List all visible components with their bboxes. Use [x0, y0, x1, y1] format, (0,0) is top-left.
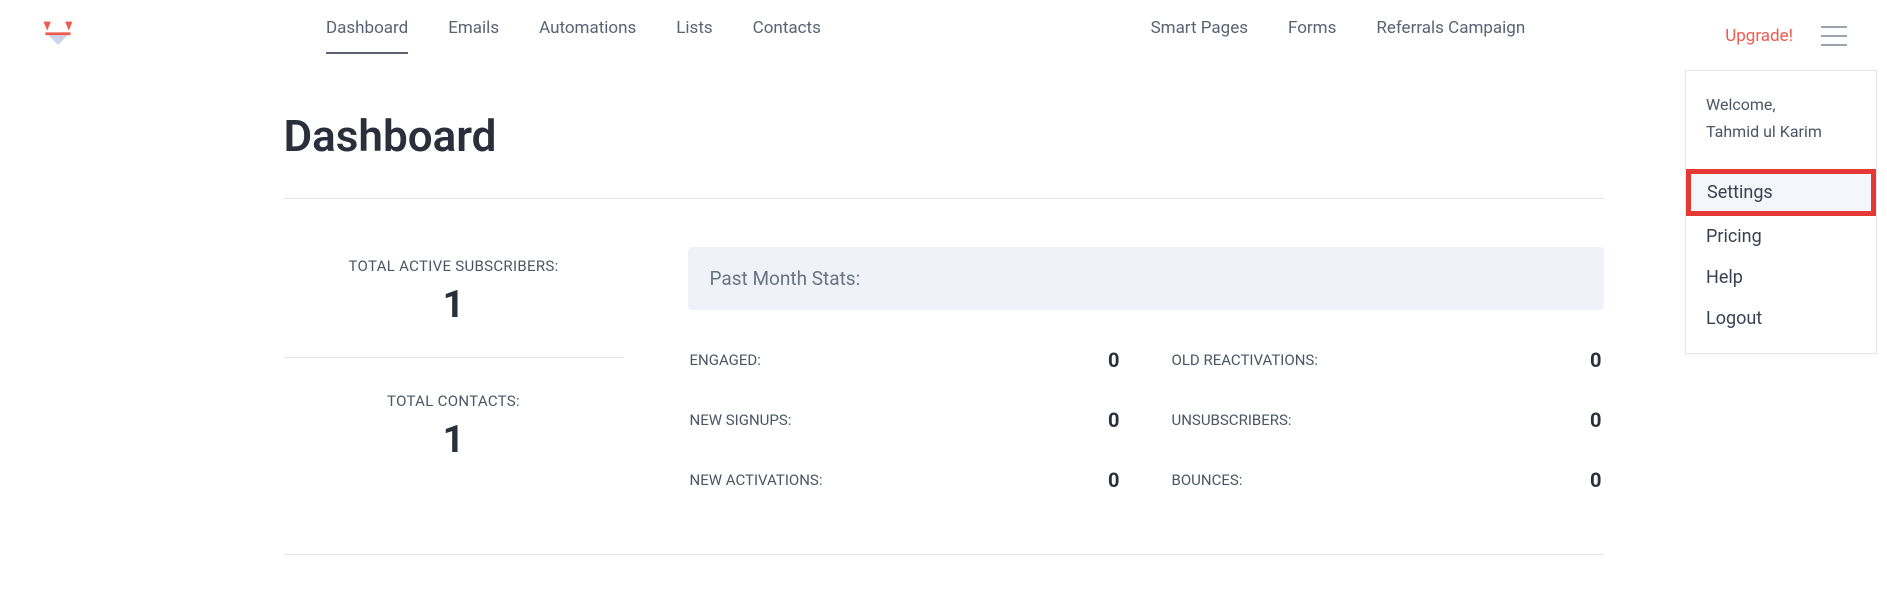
stats-col-2: OLD REACTIVATIONS: 0 UNSUBSCRIBERS: 0 BO…: [1170, 330, 1604, 510]
dropdown-help[interactable]: Help: [1686, 257, 1876, 298]
stat-row-value: 0: [1590, 408, 1601, 432]
upgrade-link[interactable]: Upgrade!: [1725, 26, 1793, 46]
nav-left: Dashboard Emails Automations Lists Conta…: [326, 18, 821, 54]
dropdown-settings[interactable]: Settings: [1686, 169, 1876, 216]
nav-emails[interactable]: Emails: [448, 18, 499, 54]
divider: [284, 198, 1604, 199]
nav-smart-pages[interactable]: Smart Pages: [1151, 18, 1248, 54]
page-title: Dashboard: [284, 110, 1604, 162]
summary-column: TOTAL ACTIVE SUBSCRIBERS: 1 TOTAL CONTAC…: [284, 247, 624, 510]
stat-row-label: ENGAGED:: [690, 351, 761, 369]
dropdown-pricing[interactable]: Pricing: [1686, 216, 1876, 257]
nav-dashboard[interactable]: Dashboard: [326, 18, 408, 54]
panel-header: Past Month Stats:: [688, 247, 1604, 310]
stat-row-value: 0: [1590, 348, 1601, 372]
nav-lists[interactable]: Lists: [676, 18, 712, 54]
nav-forms[interactable]: Forms: [1288, 18, 1336, 54]
nav-referrals[interactable]: Referrals Campaign: [1376, 18, 1525, 54]
stat-row-label: UNSUBSCRIBERS:: [1172, 411, 1292, 429]
main-container: Dashboard TOTAL ACTIVE SUBSCRIBERS: 1 TO…: [284, 54, 1604, 555]
stat-row-label: BOUNCES:: [1172, 471, 1243, 489]
stat-value: 1: [284, 283, 624, 327]
stats-col-1: ENGAGED: 0 NEW SIGNUPS: 0 NEW ACTIVATION…: [688, 330, 1122, 510]
logo-icon: [40, 18, 76, 54]
user-name: Tahmid ul Karim: [1706, 118, 1856, 145]
welcome-label: Welcome,: [1706, 91, 1856, 118]
stats-panel: Past Month Stats: ENGAGED: 0 NEW SIGNUPS…: [688, 247, 1604, 510]
stat-row-value: 0: [1108, 348, 1119, 372]
nav-automations[interactable]: Automations: [539, 18, 636, 54]
topbar: Dashboard Emails Automations Lists Conta…: [0, 0, 1887, 54]
stat-total-contacts: TOTAL CONTACTS: 1: [284, 382, 624, 462]
stat-bounces: BOUNCES: 0: [1170, 450, 1604, 510]
dropdown-logout[interactable]: Logout: [1686, 298, 1876, 339]
stats-grid: ENGAGED: 0 NEW SIGNUPS: 0 NEW ACTIVATION…: [688, 330, 1604, 510]
stat-active-subscribers: TOTAL ACTIVE SUBSCRIBERS: 1: [284, 247, 624, 358]
stat-row-label: NEW SIGNUPS:: [690, 411, 792, 429]
stat-new-signups: NEW SIGNUPS: 0: [688, 390, 1122, 450]
user-dropdown: Welcome, Tahmid ul Karim Settings Pricin…: [1685, 70, 1877, 354]
stat-label: TOTAL CONTACTS:: [284, 392, 624, 410]
nav-contacts[interactable]: Contacts: [753, 18, 821, 54]
stat-row-value: 0: [1108, 408, 1119, 432]
stat-value: 1: [284, 418, 624, 462]
stat-unsubscribers: UNSUBSCRIBERS: 0: [1170, 390, 1604, 450]
content-row: TOTAL ACTIVE SUBSCRIBERS: 1 TOTAL CONTAC…: [284, 247, 1604, 555]
menu-icon[interactable]: [1821, 26, 1847, 46]
stat-engaged: ENGAGED: 0: [688, 330, 1122, 390]
dropdown-items: Settings Pricing Help Logout: [1686, 169, 1876, 339]
stat-old-reactivations: OLD REACTIVATIONS: 0: [1170, 330, 1604, 390]
dropdown-welcome: Welcome, Tahmid ul Karim: [1686, 87, 1876, 149]
stat-row-label: NEW ACTIVATIONS:: [690, 471, 823, 489]
stat-row-value: 0: [1108, 468, 1119, 492]
stat-new-activations: NEW ACTIVATIONS: 0: [688, 450, 1122, 510]
stat-row-value: 0: [1590, 468, 1601, 492]
nav-right: Smart Pages Forms Referrals Campaign: [1151, 18, 1526, 54]
stat-row-label: OLD REACTIVATIONS:: [1172, 351, 1318, 369]
stat-label: TOTAL ACTIVE SUBSCRIBERS:: [284, 257, 624, 275]
